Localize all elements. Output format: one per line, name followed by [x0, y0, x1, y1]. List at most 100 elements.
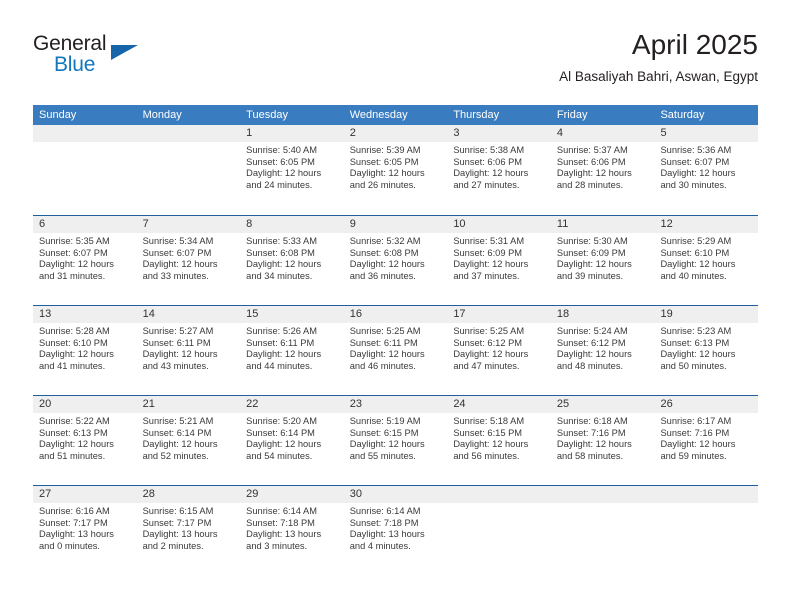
day-detail-line: Daylight: 13 hours	[39, 529, 114, 540]
day-detail-line: and 59 minutes.	[660, 450, 727, 461]
day-detail-line: Sunset: 6:13 PM	[39, 427, 108, 438]
calendar-day-cell[interactable]: 11 Sunrise: 5:30 AM Sunset: 6:09 PM Dayligh…	[550, 216, 655, 305]
calendar-day-cell[interactable]: 12 Sunrise: 5:29 AM Sunset: 6:10 PM Dayligh…	[654, 216, 759, 305]
day-detail-line: Daylight: 12 hours	[246, 439, 322, 450]
day-detail-lines: Sunrise: 6:14 AM Sunset: 7:18 PM Daylight:…	[344, 503, 448, 552]
day-detail-line: and 34 minutes.	[246, 270, 313, 281]
day-detail-line: and 43 minutes.	[142, 360, 209, 371]
day-detail-line: Sunrise: 5:27 AM	[142, 326, 214, 336]
day-detail-line: Daylight: 12 hours	[349, 349, 425, 360]
day-detail-line: Daylight: 12 hours	[142, 349, 218, 360]
day-number-band: 27	[33, 486, 137, 503]
calendar-day-cell[interactable]: 28 Sunrise: 6:15 AM Sunset: 7:17 PM Dayligh…	[136, 486, 241, 575]
day-detail-line: Sunrise: 5:35 AM	[39, 236, 110, 246]
day-number-band	[136, 125, 241, 142]
day-detail-line: Sunrise: 6:14 AM	[349, 506, 421, 516]
day-number-band	[654, 486, 759, 503]
weekday-header-friday: Friday	[556, 109, 588, 121]
calendar-day-cell[interactable]: 13 Sunrise: 5:28 AM Sunset: 6:10 PM Dayligh…	[33, 306, 137, 395]
general-blue-logo[interactable]: General Blue	[33, 32, 153, 78]
calendar-day-cell[interactable]: 10 Sunrise: 5:31 AM Sunset: 6:09 PM Dayligh…	[447, 216, 551, 305]
day-detail-lines: Sunrise: 5:21 AM Sunset: 6:14 PM Daylight:…	[137, 413, 241, 462]
calendar-day-cell[interactable]: 4 Sunrise: 5:37 AM Sunset: 6:06 PM Daylight…	[550, 125, 655, 215]
day-detail-line: Daylight: 12 hours	[556, 349, 632, 360]
calendar-day-cell[interactable]: 21 Sunrise: 5:21 AM Sunset: 6:14 PM Dayligh…	[136, 396, 241, 485]
day-detail-line: Sunset: 6:05 PM	[349, 156, 419, 167]
calendar-day-cell[interactable]: 7 Sunrise: 5:34 AM Sunset: 6:07 PM Daylight…	[136, 216, 241, 305]
day-number: 20	[39, 398, 52, 410]
calendar-week-row: 27 Sunrise: 6:16 AM Sunset: 7:17 PM Dayligh…	[33, 485, 759, 575]
day-detail-line: Sunrise: 6:18 AM	[556, 416, 628, 426]
day-detail-lines: Sunrise: 6:18 AM Sunset: 7:16 PM Daylight:…	[551, 413, 655, 462]
day-number-band: 28	[136, 486, 241, 503]
day-number: 1	[246, 127, 253, 139]
day-detail-line: Sunrise: 5:40 AM	[246, 145, 317, 155]
calendar-day-cell[interactable]: 30 Sunrise: 6:14 AM Sunset: 7:18 PM Dayligh…	[343, 486, 448, 575]
day-detail-line: Daylight: 12 hours	[453, 439, 529, 450]
day-detail-line: Sunset: 6:08 PM	[349, 247, 419, 258]
calendar-day-cell[interactable]: 1 Sunrise: 5:40 AM Sunset: 6:05 PM Daylight…	[240, 125, 344, 215]
day-detail-line: Daylight: 12 hours	[453, 168, 529, 179]
day-detail-lines: Sunrise: 5:36 AM Sunset: 6:07 PM Daylight:…	[654, 142, 758, 191]
title-block: April 2025 Al Basaliyah Bahri, Aswan, Eg…	[559, 28, 758, 88]
weekday-header-monday: Monday	[142, 109, 182, 121]
day-number: 16	[349, 308, 362, 320]
day-detail-line: and 40 minutes.	[660, 270, 727, 281]
day-detail-line: and 55 minutes.	[349, 450, 416, 461]
calendar-day-cell[interactable]: 9 Sunrise: 5:32 AM Sunset: 6:08 PM Daylight…	[343, 216, 448, 305]
day-detail-line: Daylight: 12 hours	[39, 439, 114, 450]
calendar-day-cell[interactable]: 25 Sunrise: 6:18 AM Sunset: 7:16 PM Dayligh…	[550, 396, 655, 485]
calendar-day-cell[interactable]: 29 Sunrise: 6:14 AM Sunset: 7:18 PM Dayligh…	[240, 486, 344, 575]
day-detail-lines: Sunrise: 6:15 AM Sunset: 7:17 PM Daylight:…	[137, 503, 241, 552]
day-detail-line: Sunset: 6:13 PM	[660, 337, 730, 348]
calendar-day-cell[interactable]: 24 Sunrise: 5:18 AM Sunset: 6:15 PM Dayligh…	[447, 396, 551, 485]
day-detail-line: Sunrise: 6:17 AM	[660, 416, 732, 426]
calendar-day-cell[interactable]: 19 Sunrise: 5:23 AM Sunset: 6:13 PM Dayligh…	[654, 306, 759, 395]
day-detail-line: and 33 minutes.	[142, 270, 209, 281]
calendar-day-cell[interactable]: 14 Sunrise: 5:27 AM Sunset: 6:11 PM Dayligh…	[136, 306, 241, 395]
calendar-day-cell[interactable]: 23 Sunrise: 5:19 AM Sunset: 6:15 PM Dayligh…	[343, 396, 448, 485]
calendar-day-cell[interactable]: 20 Sunrise: 5:22 AM Sunset: 6:13 PM Dayligh…	[33, 396, 137, 485]
day-number-band: 21	[136, 396, 241, 413]
day-detail-line: Sunset: 7:17 PM	[142, 517, 212, 528]
day-detail-line: Sunrise: 5:24 AM	[556, 326, 628, 336]
calendar-day-cell[interactable]: 8 Sunrise: 5:33 AM Sunset: 6:08 PM Daylight…	[240, 216, 344, 305]
day-detail-lines: Sunrise: 5:18 AM Sunset: 6:15 PM Daylight:…	[447, 413, 551, 462]
day-detail-line: Sunrise: 5:25 AM	[453, 326, 525, 336]
calendar-day-cell[interactable]: 16 Sunrise: 5:25 AM Sunset: 6:11 PM Dayligh…	[343, 306, 448, 395]
calendar-day-cell[interactable]: 17 Sunrise: 5:25 AM Sunset: 6:12 PM Dayligh…	[447, 306, 551, 395]
day-number-band	[33, 125, 137, 142]
day-number-band: 20	[33, 396, 137, 413]
calendar-day-cell[interactable]: 2 Sunrise: 5:39 AM Sunset: 6:05 PM Daylight…	[343, 125, 448, 215]
calendar-day-cell[interactable]: 27 Sunrise: 6:16 AM Sunset: 7:17 PM Dayligh…	[33, 486, 137, 575]
day-detail-lines: Sunrise: 5:34 AM Sunset: 6:07 PM Daylight:…	[137, 233, 241, 282]
day-number-band: 17	[447, 306, 551, 323]
day-number-band	[550, 486, 655, 503]
calendar-day-cell[interactable]: 22 Sunrise: 5:20 AM Sunset: 6:14 PM Dayligh…	[240, 396, 344, 485]
day-detail-line: Sunrise: 5:28 AM	[39, 326, 110, 336]
calendar-day-cell-empty	[654, 486, 759, 575]
page-header: General Blue April 2025 Al Basaliyah Bah…	[33, 28, 758, 98]
day-number: 23	[349, 398, 362, 410]
day-detail-line: Daylight: 12 hours	[142, 439, 218, 450]
day-number: 12	[660, 218, 673, 230]
day-number-band: 30	[343, 486, 448, 503]
calendar-day-cell[interactable]: 18 Sunrise: 5:24 AM Sunset: 6:12 PM Dayligh…	[550, 306, 655, 395]
day-detail-lines: Sunrise: 5:24 AM Sunset: 6:12 PM Daylight:…	[551, 323, 655, 372]
day-detail-lines: Sunrise: 5:27 AM Sunset: 6:11 PM Daylight:…	[137, 323, 241, 372]
day-detail-line: and 37 minutes.	[453, 270, 520, 281]
day-detail-line: Sunset: 6:11 PM	[142, 337, 211, 348]
calendar-day-cell[interactable]: 3 Sunrise: 5:38 AM Sunset: 6:06 PM Daylight…	[447, 125, 551, 215]
day-number: 28	[142, 488, 155, 500]
day-detail-line: Sunrise: 5:18 AM	[453, 416, 525, 426]
day-detail-lines: Sunrise: 6:17 AM Sunset: 7:16 PM Daylight:…	[654, 413, 758, 462]
calendar-day-cell-empty	[136, 125, 241, 215]
day-detail-lines: Sunrise: 5:22 AM Sunset: 6:13 PM Daylight:…	[33, 413, 137, 462]
calendar-day-cell[interactable]: 6 Sunrise: 5:35 AM Sunset: 6:07 PM Daylight…	[33, 216, 137, 305]
day-number: 10	[453, 218, 466, 230]
calendar-day-cell[interactable]: 5 Sunrise: 5:36 AM Sunset: 6:07 PM Daylight…	[654, 125, 759, 215]
calendar-day-cell-empty	[33, 125, 137, 215]
calendar-day-cell[interactable]: 15 Sunrise: 5:26 AM Sunset: 6:11 PM Dayligh…	[240, 306, 344, 395]
calendar-day-cell[interactable]: 26 Sunrise: 6:17 AM Sunset: 7:16 PM Dayligh…	[654, 396, 759, 485]
day-number: 5	[660, 127, 667, 139]
